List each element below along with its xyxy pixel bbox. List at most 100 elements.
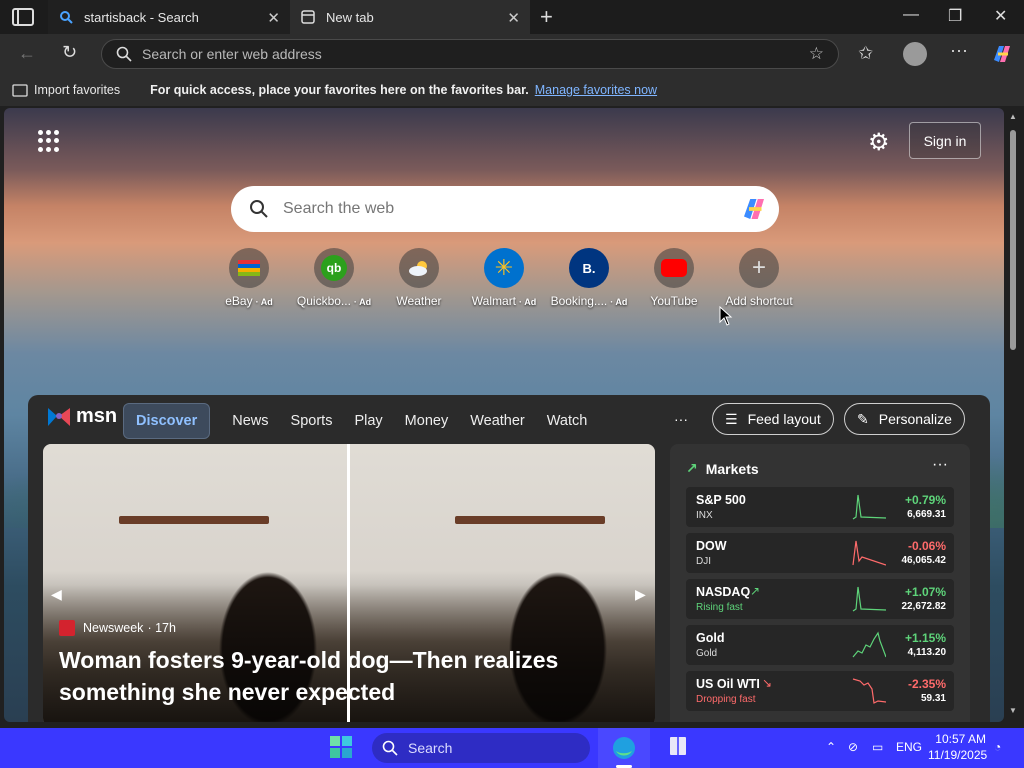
shortcut-quickbooks[interactable]: qb Quickbo... · Ad [289, 248, 379, 308]
market-row-sp500[interactable]: S&P 500 INX +0.79% 6,669.31 [686, 487, 954, 527]
ad-label: · Ad [519, 297, 537, 307]
tab-actions-icon[interactable] [12, 8, 34, 26]
language-indicator[interactable]: ENG [896, 740, 922, 754]
profile-avatar[interactable] [903, 42, 927, 66]
shortcut-ebay[interactable]: eBay · Ad [204, 248, 294, 308]
prev-arrow-icon[interactable]: ◀ [51, 586, 62, 603]
tab-title: startisback - Search [84, 9, 199, 25]
minimize-icon[interactable]: — [903, 6, 919, 24]
sign-in-button[interactable]: Sign in [909, 122, 981, 159]
back-icon[interactable]: ← [18, 43, 36, 64]
shortcut-weather[interactable]: Weather [374, 248, 464, 308]
shortcut-booking[interactable]: B. Booking.... · Ad [544, 248, 634, 308]
story-source: Newsweek · 17h [59, 620, 176, 636]
ad-label: · Ad [255, 297, 273, 307]
web-search-box[interactable]: Search the web [231, 186, 779, 232]
youtube-icon [654, 248, 694, 288]
shortcut-label: Weather [396, 294, 442, 308]
sliders-icon: ☰ [725, 410, 738, 427]
story-title[interactable]: Woman fosters 9-year-old dog—Then realiz… [59, 644, 619, 708]
nav-more-icon[interactable]: ··· [674, 411, 688, 427]
scroll-up-icon[interactable]: ▲ [1009, 112, 1017, 121]
page-scrollbar[interactable]: ▲ ▼ [1006, 108, 1020, 722]
clock-date: 11/19/2025 [928, 748, 988, 762]
scroll-down-icon[interactable]: ▼ [1009, 706, 1017, 715]
tab-title: New tab [326, 9, 374, 25]
market-change: -0.06% [907, 539, 946, 553]
show-hidden-icons[interactable]: ⌃ [826, 740, 836, 754]
tab-watch[interactable]: Watch [547, 413, 588, 429]
sparkline-up [852, 494, 886, 520]
app-launcher-icon[interactable] [38, 130, 60, 152]
favorites-bar: Import favorites For quick access, place… [0, 74, 1024, 106]
market-symbol: DJI [696, 556, 711, 567]
tab-sports[interactable]: Sports [291, 413, 333, 429]
scrollbar-thumb[interactable] [1010, 130, 1016, 350]
personalize-button[interactable]: ✎ Personalize [844, 403, 965, 435]
market-name: DOW [696, 539, 727, 553]
network-icon[interactable]: ⊘ [848, 740, 858, 754]
markets-widget: ↗ Markets ··· S&P 500 INX +0.79% 6,669.3… [670, 444, 970, 722]
market-row-nasdaq[interactable]: NASDAQ ↗ Rising fast +1.07% 22,672.82 [686, 579, 954, 619]
tab-weather[interactable]: Weather [470, 413, 525, 429]
market-name: S&P 500 [696, 493, 746, 507]
favorite-star-icon[interactable]: ☆ [809, 44, 824, 64]
reader-app-icon[interactable] [666, 734, 694, 762]
close-window-icon[interactable]: ✕ [994, 6, 1007, 26]
msn-logo[interactable]: msn [46, 405, 117, 428]
market-row-gold[interactable]: Gold Gold +1.15% 4,113.20 [686, 625, 954, 665]
weather-cloud-icon [399, 248, 439, 288]
add-shortcut-button[interactable]: + Add shortcut [714, 248, 804, 308]
display-icon[interactable]: ▭ [872, 740, 883, 754]
copilot-icon[interactable] [739, 194, 769, 224]
taskbar-search[interactable]: Search [372, 733, 590, 763]
shortcut-walmart[interactable]: ✳ Walmart · Ad [459, 248, 549, 308]
booking-icon: B. [569, 248, 609, 288]
edge-taskbar-button[interactable] [598, 728, 650, 768]
market-row-oil[interactable]: US Oil WTI ↘ Dropping fast -2.35% 59.31 [686, 671, 954, 711]
shortcut-youtube[interactable]: YouTube [629, 248, 719, 308]
tab-new-tab[interactable]: New tab ✕ [290, 0, 530, 34]
search-icon [250, 200, 268, 218]
feed-layout-button[interactable]: ☰ Feed layout [712, 403, 834, 435]
feed-layout-label: Feed layout [747, 411, 821, 427]
address-placeholder: Search or enter web address [142, 46, 322, 62]
favorites-icon[interactable]: ✩ [858, 43, 873, 64]
taskbar: Search ⌃ ⊘ ▭ ENG 10:57 AM 11/19/2025 ◔ [0, 728, 1024, 768]
tab-startisback-search[interactable]: startisback - Search ✕ [48, 0, 290, 34]
next-arrow-icon[interactable]: ▶ [635, 586, 646, 603]
start-windows-icon[interactable] [328, 734, 356, 762]
copilot-icon[interactable] [990, 42, 1014, 66]
msn-butterfly-icon [48, 407, 70, 426]
shortcut-label: YouTube [650, 294, 698, 308]
clock[interactable]: 10:57 AM 11/19/2025 [928, 731, 988, 763]
market-row-dow[interactable]: DOW DJI -0.06% 46,065.42 [686, 533, 954, 573]
tab-play[interactable]: Play [354, 413, 382, 429]
trend-up-icon: ↗ [686, 460, 698, 476]
restore-icon[interactable]: ❐ [948, 6, 962, 26]
settings-gear-icon[interactable]: ⚙ [868, 128, 890, 157]
close-tab-icon[interactable]: ✕ [507, 9, 520, 27]
sparkline-up [852, 631, 886, 658]
import-favorites-button[interactable]: Import favorites [34, 83, 120, 97]
hero-story-card[interactable]: ◀ ▶ Newsweek · 17h Woman fosters 9-year-… [43, 444, 655, 722]
sparkline-down [852, 540, 886, 566]
refresh-icon[interactable]: ↻ [62, 42, 77, 63]
new-tab-icon[interactable]: + [540, 4, 553, 30]
ebay-icon [229, 248, 269, 288]
tab-money[interactable]: Money [405, 413, 449, 429]
feed-nav: Discover News Sports Play Money Weather … [123, 403, 609, 439]
newsweek-logo-icon [59, 620, 75, 636]
tab-discover[interactable]: Discover [123, 403, 211, 439]
tab-news[interactable]: News [232, 413, 268, 429]
manage-favorites-link[interactable]: Manage favorites now [535, 83, 657, 97]
notifications-icon[interactable]: ◔ [994, 740, 1001, 754]
mouse-cursor-icon [719, 306, 733, 326]
more-options-icon[interactable]: ··· [950, 40, 968, 61]
folder-icon [12, 83, 28, 100]
address-bar[interactable]: Search or enter web address ☆ [101, 39, 839, 69]
close-tab-icon[interactable]: ✕ [267, 9, 280, 27]
market-value: 46,065.42 [901, 555, 947, 566]
markets-header[interactable]: ↗ Markets [686, 460, 759, 477]
markets-more-icon[interactable]: ··· [932, 456, 948, 474]
